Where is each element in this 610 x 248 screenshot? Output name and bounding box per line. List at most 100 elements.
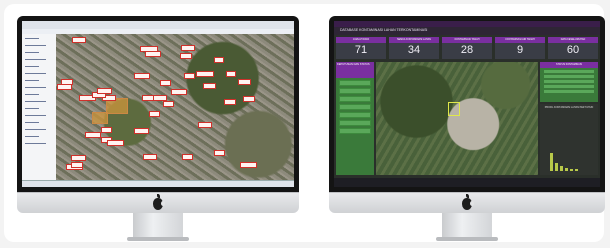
parcel-label[interactable]	[170, 89, 187, 96]
layer-list-item[interactable]	[25, 94, 39, 95]
layer-list-item[interactable]	[25, 115, 46, 116]
right-status-panel: STATUS KONTAMINASI	[540, 62, 598, 102]
right-monitor-foot	[436, 237, 498, 241]
gis-layer-panel[interactable]	[22, 34, 57, 181]
parcel-label[interactable]	[243, 95, 256, 102]
layer-list-item[interactable]	[25, 45, 46, 46]
parcel-label[interactable]	[134, 128, 150, 134]
stat-cards: JUMLAH DATA 71 SEMUA KONTAMINASI LAHAN 3…	[336, 37, 598, 59]
stat-value: 71	[354, 44, 368, 56]
parcel-label[interactable]	[226, 70, 237, 77]
layer-list-item[interactable]	[25, 66, 39, 67]
right-monitor-screen: DATABASE KONTAMINASI LAHAN TERKONTAMINAS…	[334, 21, 600, 187]
filter-button[interactable]	[339, 104, 371, 110]
gis-map-view[interactable]	[56, 34, 294, 181]
parcel-label[interactable]	[213, 57, 225, 64]
layer-list-item[interactable]	[25, 101, 46, 102]
layer-list-item[interactable]	[25, 108, 39, 109]
left-monitor-bezel	[17, 16, 299, 192]
apple-logo-icon	[462, 194, 474, 210]
parcel-label[interactable]	[149, 111, 161, 118]
layer-list-item[interactable]	[25, 122, 39, 123]
parcel-label[interactable]	[71, 161, 83, 168]
parcel-label[interactable]	[70, 155, 86, 162]
parcel-label[interactable]	[134, 73, 151, 80]
dashboard: DATABASE KONTAMINASI LAHAN TERKONTAMINAS…	[334, 21, 600, 187]
filter-button[interactable]	[339, 80, 371, 86]
right-monitor-chin	[329, 192, 605, 213]
status-item[interactable]	[544, 70, 594, 73]
parcel-label[interactable]	[183, 72, 196, 79]
layer-list-item[interactable]	[25, 38, 39, 39]
chart-bar	[575, 169, 578, 171]
right-monitor-bezel: DATABASE KONTAMINASI LAHAN TERKONTAMINAS…	[329, 16, 605, 192]
filter-button[interactable]	[339, 120, 371, 126]
parcel-label[interactable]	[142, 154, 158, 161]
highlighted-zone	[92, 112, 108, 124]
windows-taskbar[interactable]	[334, 178, 600, 187]
stat-value: 28	[460, 44, 474, 56]
left-imac	[17, 16, 299, 242]
background-card: DATABASE KONTAMINASI LAHAN TERKONTAMINAS…	[4, 4, 605, 242]
dashboard-map[interactable]	[376, 62, 538, 175]
parcel-label[interactable]	[213, 150, 225, 157]
parcel-label[interactable]	[100, 126, 112, 133]
parcel-label[interactable]	[141, 94, 154, 101]
map-boundary-marker	[448, 102, 460, 116]
parcel-label[interactable]	[196, 70, 214, 77]
parcel-label[interactable]	[180, 44, 195, 51]
filter-button[interactable]	[339, 112, 371, 118]
layer-list-item[interactable]	[25, 136, 39, 137]
dashboard-title: DATABASE KONTAMINASI LAHAN TERKONTAMINAS…	[340, 28, 428, 32]
layer-list-item[interactable]	[25, 143, 46, 144]
windows-taskbar[interactable]	[22, 180, 294, 187]
chart-bar	[550, 153, 553, 171]
layer-list-item[interactable]	[25, 87, 46, 88]
left-panel-title: KEPUTUSAN DAN STATUS	[336, 62, 374, 78]
chart-bar	[555, 163, 558, 171]
stat-card[interactable]: KONTAMINASI AIR TANAH 9	[495, 37, 545, 59]
left-monitor-foot	[127, 237, 189, 241]
layer-list-item[interactable]	[25, 59, 46, 60]
parcel-label[interactable]	[162, 101, 174, 108]
stat-card[interactable]: DATA KESELURUHAN 60	[548, 37, 598, 59]
parcel-label[interactable]	[145, 51, 162, 58]
right-monitor-stand	[442, 213, 492, 237]
stat-card[interactable]: KONTAMINASI TANAH 28	[442, 37, 492, 59]
right-panel-title: STATUS KONTAMINASI	[540, 62, 598, 68]
layer-list-item[interactable]	[25, 52, 39, 53]
stat-card[interactable]: JUMLAH DATA 71	[336, 37, 386, 59]
chart-bar	[560, 166, 563, 171]
filter-button[interactable]	[339, 96, 371, 102]
filter-button[interactable]	[339, 128, 371, 134]
right-imac: DATABASE KONTAMINASI LAHAN TERKONTAMINAS…	[329, 16, 605, 242]
parcel-label[interactable]	[85, 131, 101, 138]
left-monitor-screen	[22, 21, 294, 187]
status-item[interactable]	[544, 85, 594, 88]
stat-value: 9	[516, 44, 524, 56]
status-item[interactable]	[544, 75, 594, 78]
parcel-label[interactable]	[202, 82, 216, 89]
filter-button[interactable]	[339, 88, 371, 94]
parcel-label[interactable]	[107, 139, 125, 146]
status-item[interactable]	[544, 80, 594, 83]
parcel-label[interactable]	[180, 52, 192, 59]
parcel-label[interactable]	[159, 79, 172, 86]
parcel-label[interactable]	[198, 122, 213, 129]
layer-list-item[interactable]	[25, 80, 39, 81]
parcel-label[interactable]	[181, 154, 194, 160]
parcel-label[interactable]	[240, 161, 257, 168]
parcel-label[interactable]	[237, 78, 251, 85]
parcel-label[interactable]	[71, 36, 86, 43]
stat-card[interactable]: SEMUA KONTAMINASI LAHAN 34	[389, 37, 439, 59]
layer-list-item[interactable]	[25, 129, 46, 130]
stat-value: 34	[407, 44, 421, 56]
parcel-label[interactable]	[224, 99, 236, 105]
stat-value: 60	[566, 44, 580, 56]
parcel-label[interactable]	[57, 83, 72, 90]
layer-list-item[interactable]	[25, 73, 46, 74]
chart-panel: PROFIL KONTAMINASI LAHAN PER TAHUN	[540, 104, 598, 175]
status-item[interactable]	[544, 90, 594, 93]
chart-title: PROFIL KONTAMINASI LAHAN PER TAHUN	[544, 106, 594, 109]
parcel-label[interactable]	[96, 88, 113, 95]
